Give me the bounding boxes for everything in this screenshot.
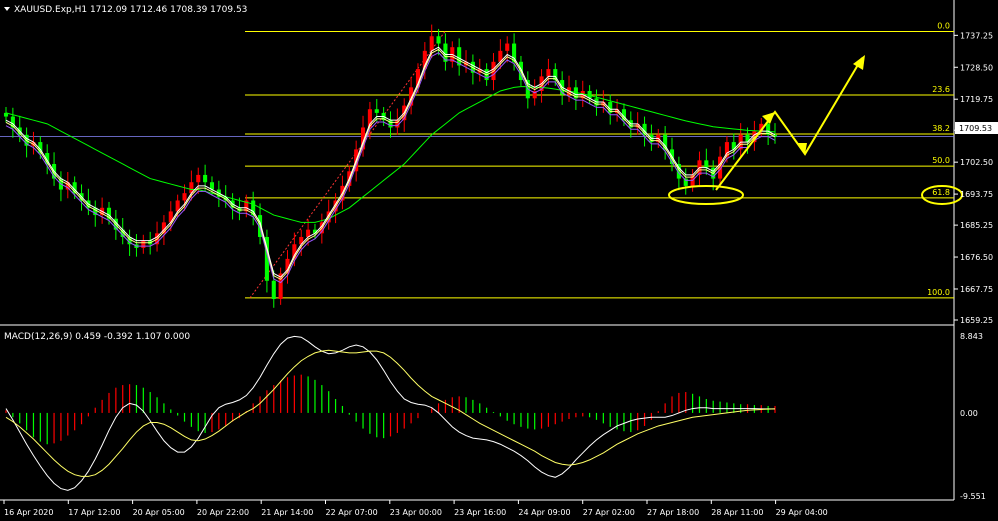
candle-body: [429, 36, 434, 51]
current-price-label: 1709.53: [959, 124, 992, 133]
fib-level-label: 0.0: [937, 22, 950, 31]
time-tick-label: 27 Apr 02:00: [583, 508, 635, 517]
macd-tick-label: 8.843: [960, 332, 983, 341]
time-tick-label: 16 Apr 2020: [4, 508, 53, 517]
time-tick-label: 27 Apr 18:00: [647, 508, 699, 517]
macd-title: MACD(12,26,9) 0.459 -0.392 1.107 0.000: [4, 332, 190, 342]
macd-tick-label: -9.551: [960, 492, 986, 501]
candle-body: [374, 109, 379, 113]
price-tick-label: 1737.25: [960, 31, 993, 40]
price-tick-label: 1676.50: [960, 253, 993, 262]
candle-body: [704, 160, 709, 168]
chart-title: XAUUSD.Exp,H1 1712.09 1712.46 1708.39 17…: [14, 5, 247, 15]
candle-body: [182, 193, 187, 201]
time-tick-label: 23 Apr 16:00: [454, 508, 506, 517]
candle-body: [505, 43, 510, 51]
price-tick-label: 1719.75: [960, 95, 993, 104]
fib-level-label: 38.2: [932, 124, 950, 133]
candle-body: [683, 178, 688, 186]
time-tick-label: 20 Apr 05:00: [133, 508, 185, 517]
chart-background: [0, 0, 998, 521]
time-tick-label: 29 Apr 04:00: [776, 508, 828, 517]
fib-level-label: 23.6: [932, 85, 950, 94]
time-tick-label: 22 Apr 07:00: [326, 508, 378, 517]
time-tick-label: 20 Apr 22:00: [197, 508, 249, 517]
price-tick-label: 1728.50: [960, 63, 993, 72]
price-tick-label: 1667.75: [960, 285, 993, 294]
fib-level-label: 61.8: [932, 188, 950, 197]
candle-body: [271, 280, 276, 300]
time-tick-label: 21 Apr 14:00: [261, 508, 313, 517]
candle-body: [141, 240, 146, 248]
trading-chart[interactable]: 0.0 23.6 38.2 50.0 61.8 100.0 1737.25 1728.50 1…: [0, 0, 998, 521]
fib-level-label: 50.0: [932, 156, 950, 165]
time-tick-label: 24 Apr 09:00: [518, 508, 570, 517]
time-tick-label: 23 Apr 00:00: [390, 508, 442, 517]
price-tick-label: 1685.25: [960, 221, 993, 230]
price-tick-label: 1693.75: [960, 190, 993, 199]
time-tick-label: 17 Apr 12:00: [68, 508, 120, 517]
fib-level-label: 100.0: [927, 288, 950, 297]
price-tick-label: 1659.25: [960, 316, 993, 325]
macd-tick-label: 0.00: [960, 409, 978, 418]
candle-body: [546, 69, 551, 77]
candle-body: [196, 174, 201, 183]
price-tick-label: 1702.50: [960, 158, 993, 167]
candle-body: [436, 36, 441, 44]
candle-body: [203, 174, 208, 183]
time-tick-label: 28 Apr 11:00: [711, 508, 763, 517]
